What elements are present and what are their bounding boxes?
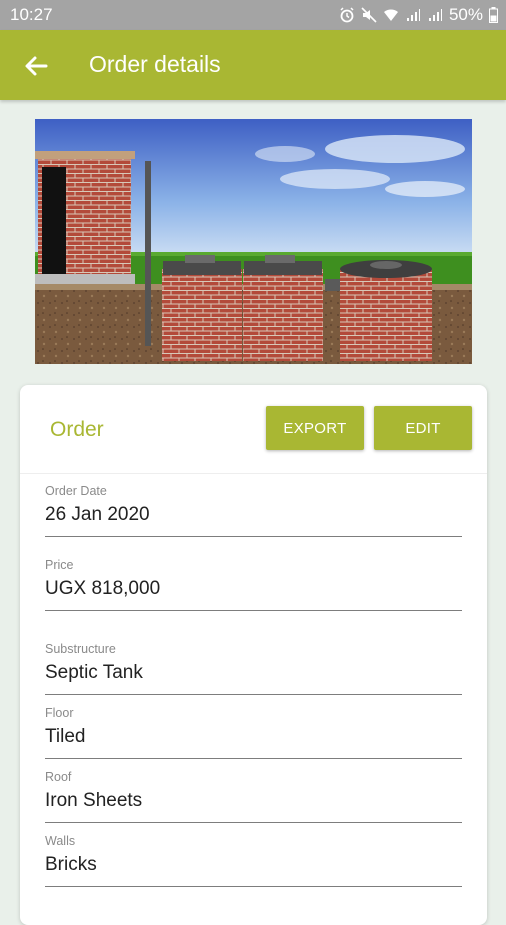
- alarm-icon: [340, 7, 354, 23]
- field-label: Roof: [45, 770, 72, 784]
- field-value: Iron Sheets: [45, 790, 143, 811]
- field-value: Tiled: [45, 726, 86, 747]
- field-label: Order Date: [45, 484, 107, 498]
- field-value: UGX 818,000: [45, 578, 161, 599]
- signal-icon-2: [428, 9, 442, 21]
- field-label: Substructure: [45, 642, 116, 656]
- toilet-illustration: [35, 119, 472, 364]
- app-bar: Order details: [0, 30, 506, 100]
- mute-icon: [361, 7, 377, 23]
- field-floor[interactable]: Floor Tiled: [45, 706, 462, 759]
- field-label: Walls: [45, 834, 76, 848]
- field-substructure[interactable]: Substructure Septic Tank: [45, 642, 462, 695]
- field-order-date[interactable]: Order Date 26 Jan 2020: [45, 484, 462, 537]
- hero-image: [35, 119, 472, 364]
- edit-button[interactable]: EDIT: [374, 406, 472, 450]
- battery-percent: 50%: [448, 5, 483, 24]
- field-value: 26 Jan 2020: [45, 504, 150, 525]
- back-arrow-icon[interactable]: [20, 50, 52, 82]
- battery-icon: [489, 7, 498, 23]
- field-label: Price: [45, 558, 74, 572]
- status-icons: 50%: [339, 5, 498, 25]
- field-value: Septic Tank: [45, 662, 143, 683]
- field-walls[interactable]: Walls Bricks: [45, 834, 462, 887]
- field-roof[interactable]: Roof Iron Sheets: [45, 770, 462, 823]
- status-time: 10:27: [10, 5, 53, 24]
- status-bar: 10:27 50%: [0, 0, 506, 30]
- wifi-icon: [383, 9, 398, 21]
- field-price[interactable]: Price UGX 818,000: [45, 558, 462, 611]
- card-title: Order: [50, 418, 104, 441]
- card-header: Order EXPORT EDIT: [20, 385, 487, 474]
- signal-icon: [406, 9, 420, 21]
- field-value: Bricks: [45, 854, 97, 875]
- order-card: Order EXPORT EDIT Order Date 26 Jan 2020…: [20, 385, 487, 925]
- field-label: Floor: [45, 706, 74, 720]
- export-button[interactable]: EXPORT: [266, 406, 364, 450]
- page-title: Order details: [89, 51, 221, 77]
